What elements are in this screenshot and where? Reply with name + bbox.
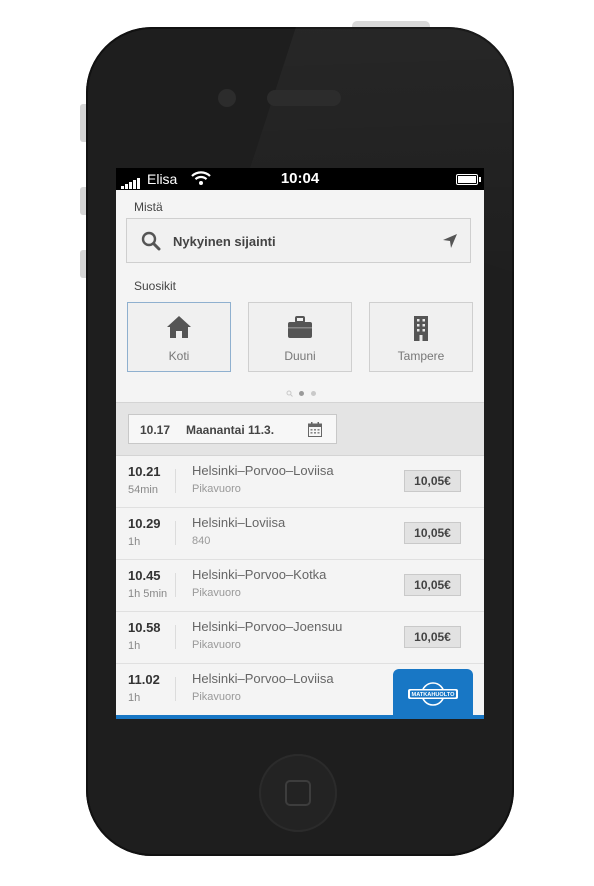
price-button[interactable]: 10,05€ (404, 626, 461, 648)
price-button[interactable]: 10,05€ (404, 574, 461, 596)
pager-search-icon (286, 384, 293, 402)
search-icon (141, 231, 161, 256)
date-band: 10.17 Maanantai 11.3. (116, 402, 484, 456)
price-button[interactable]: 10,05€ (404, 522, 461, 544)
favorites-label: Suosikit (134, 279, 177, 293)
bottom-accent-bar (116, 715, 484, 719)
favorite-duuni[interactable]: Duuni (248, 302, 352, 372)
row-divider (175, 573, 176, 597)
departure-route: Helsinki–Porvoo–Loviisa (192, 463, 334, 478)
status-time: 10:04 (280, 170, 320, 187)
from-label: Mistä (134, 200, 163, 214)
departure-route: Helsinki–Porvoo–Joensuu (192, 619, 343, 634)
picker-time: 10.17 (140, 423, 171, 437)
row-divider (175, 469, 176, 493)
departure-route: Helsinki–Loviisa (192, 515, 286, 530)
status-bar: Elisa 10:04 (116, 168, 484, 190)
departure-row[interactable]: 10.29 1h Helsinki–Loviisa 840 10,05€ (116, 508, 484, 560)
front-camera (218, 89, 236, 107)
departure-route: Helsinki–Porvoo–Loviisa (192, 671, 334, 686)
home-button[interactable] (259, 754, 337, 832)
departure-type: Pikavuoro (192, 691, 241, 703)
building-icon (370, 315, 472, 346)
departure-duration: 1h (128, 640, 141, 652)
from-input-value: Nykyinen sijainti (173, 234, 276, 249)
pager-dot-active[interactable] (299, 390, 305, 396)
favorite-label: Duuni (284, 349, 316, 363)
favorites-pager[interactable] (286, 384, 318, 402)
departure-type: Pikavuoro (192, 587, 241, 599)
departure-row[interactable]: 10.58 1h Helsinki–Porvoo–Joensuu Pikavuo… (116, 612, 484, 664)
departure-duration: 54min (128, 484, 158, 496)
home-button-square-icon (285, 780, 311, 806)
briefcase-icon (249, 315, 351, 344)
picker-date: Maanantai 11.3. (186, 423, 275, 437)
price-button[interactable]: 10,05€ (404, 470, 461, 492)
battery-icon (456, 174, 481, 185)
departure-duration: 1h (128, 692, 141, 704)
favorite-label: Koti (168, 349, 190, 363)
from-input[interactable]: Nykyinen sijainti (126, 218, 471, 263)
departure-time: 10.29 (128, 516, 161, 531)
departure-type: Pikavuoro (192, 639, 241, 651)
departure-time: 11.02 (128, 672, 160, 687)
favorite-label: Tampere (397, 349, 445, 363)
departure-type: Pikavuoro (192, 483, 241, 495)
favorite-tampere[interactable]: Tampere (369, 302, 473, 372)
home-icon (128, 315, 230, 344)
departure-type: 840 (192, 535, 211, 547)
departure-row[interactable]: 10.45 1h 5min Helsinki–Porvoo–Kotka Pika… (116, 560, 484, 612)
departure-duration: 1h (128, 536, 141, 548)
row-divider (175, 677, 176, 701)
location-arrow-icon[interactable] (442, 233, 458, 254)
matkahuolto-logo: MATKAHUOLTO (407, 681, 459, 707)
departure-time: 10.58 (128, 620, 161, 635)
departure-row[interactable]: 10.21 54min Helsinki–Porvoo–Loviisa Pika… (116, 456, 484, 508)
date-time-picker[interactable]: 10.17 Maanantai 11.3. (128, 414, 337, 444)
earpiece-speaker (267, 90, 341, 106)
svg-text:MATKAHUOLTO: MATKAHUOLTO (412, 692, 456, 698)
row-divider (175, 521, 176, 545)
departure-duration: 1h 5min (128, 588, 168, 600)
matkahuolto-logo-tab[interactable]: MATKAHUOLTO (393, 669, 473, 719)
calendar-icon (308, 422, 322, 442)
departure-route: Helsinki–Porvoo–Kotka (192, 567, 327, 582)
pager-dot[interactable] (310, 390, 316, 396)
app-screen: Elisa 10:04 Mistä Nykyinen sijainti Suos… (116, 168, 484, 719)
departure-time: 10.21 (128, 464, 161, 479)
favorite-koti[interactable]: Koti (127, 302, 231, 372)
row-divider (175, 625, 176, 649)
departure-time: 10.45 (128, 568, 161, 583)
